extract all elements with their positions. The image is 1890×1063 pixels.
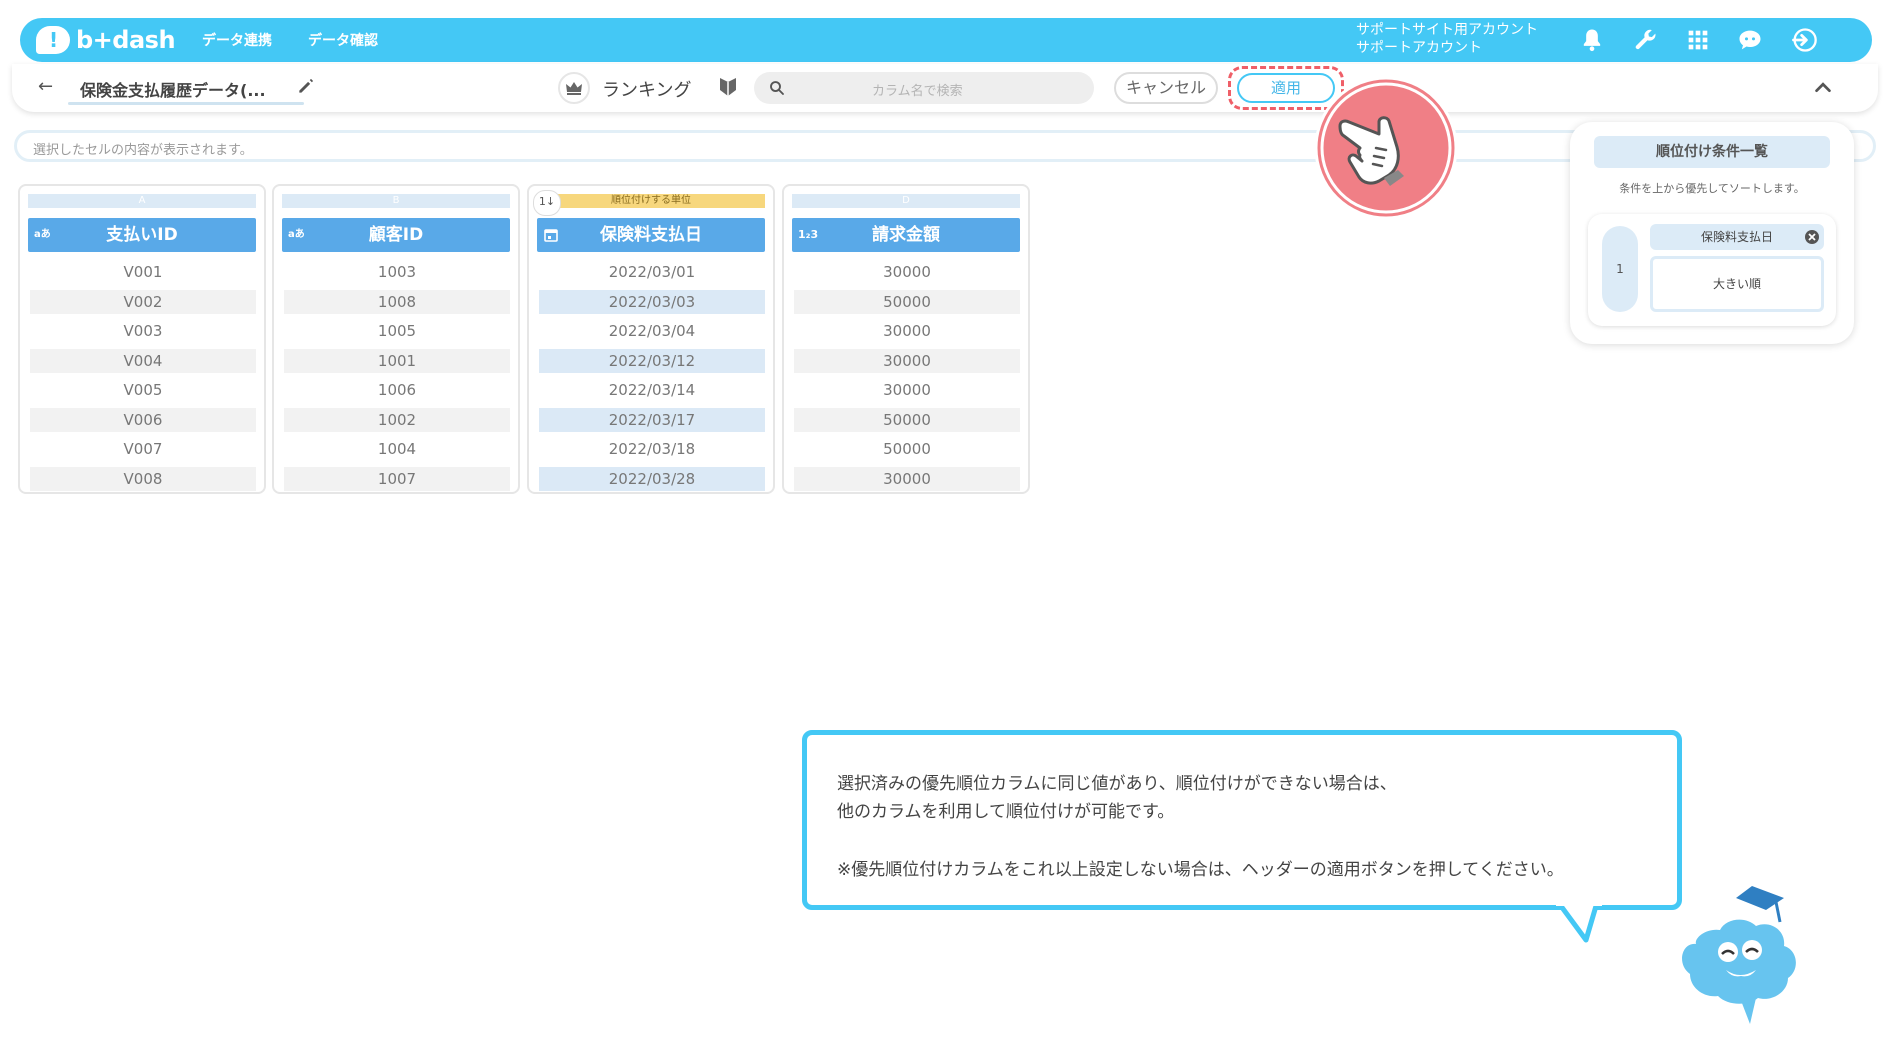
search-icon: [770, 81, 784, 95]
table-cell[interactable]: V007: [30, 437, 256, 461]
cell-content-placeholder: 選択したセルの内容が表示されます。: [33, 143, 253, 158]
dataset-title[interactable]: 保険金支払履歴データ(...: [80, 77, 266, 101]
table-cell[interactable]: 2022/03/12: [539, 349, 765, 373]
sort-priority-badge[interactable]: 1↓: [533, 190, 561, 216]
column-header[interactable]: aあ 支払いID: [28, 218, 256, 252]
guide-speech-bubble: 選択済みの優先順位カラムに同じ値があり、順位付けができない場合は、 他のカラムを…: [802, 730, 1682, 910]
table-cell[interactable]: 2022/03/14: [539, 378, 765, 402]
table-cell[interactable]: V004: [30, 349, 256, 373]
condition-priority-number[interactable]: 1: [1602, 226, 1638, 312]
table-cell[interactable]: 30000: [794, 349, 1020, 373]
table-cell[interactable]: 30000: [794, 319, 1020, 343]
condition-column-name: 保険料支払日: [1650, 224, 1824, 250]
account-site-name: サポートサイト用アカウント: [1356, 22, 1538, 38]
cancel-button[interactable]: キャンセル: [1114, 72, 1218, 104]
account-info[interactable]: サポートサイト用アカウント サポートアカウント: [1356, 21, 1538, 57]
table-cell[interactable]: 2022/03/28: [539, 467, 765, 491]
back-arrow-icon[interactable]: ←: [38, 76, 53, 97]
column-search-box[interactable]: カラム名で検索: [754, 72, 1094, 104]
text-type-icon: aあ: [288, 229, 305, 240]
table-cell[interactable]: V003: [30, 319, 256, 343]
column-d: D 1₂3 請求金額 30000 50000 30000 30000 30000…: [782, 184, 1030, 494]
chevron-up-icon[interactable]: [1812, 76, 1834, 98]
table-cell[interactable]: 2022/03/04: [539, 319, 765, 343]
column-header[interactable]: aあ 顧客ID: [282, 218, 510, 252]
column-name: 請求金額: [872, 225, 940, 245]
guide-text-line3: ※優先順位付けカラムをこれ以上設定しない場合は、ヘッダーの適用ボタンを押してくだ…: [837, 860, 1564, 880]
column-name: 顧客ID: [368, 225, 424, 245]
column-letter: D: [792, 194, 1020, 208]
table-cell[interactable]: V005: [30, 378, 256, 402]
dataset-title-underline: [68, 102, 304, 105]
crown-icon: [558, 72, 590, 104]
guide-text-line1: 選択済みの優先順位カラムに同じ値があり、順位付けができない場合は、: [837, 774, 1397, 794]
table-cell[interactable]: 30000: [794, 260, 1020, 284]
table-cell[interactable]: 1004: [284, 437, 510, 461]
table-cell[interactable]: 1005: [284, 319, 510, 343]
column-name: 支払いID: [106, 225, 178, 245]
table-cell[interactable]: 1007: [284, 467, 510, 491]
table-cell[interactable]: 2022/03/18: [539, 437, 765, 461]
bell-icon[interactable]: [1578, 26, 1606, 54]
column-a: A aあ 支払いID V001 V002 V003 V004 V005 V006…: [18, 184, 266, 494]
table-cell[interactable]: 1001: [284, 349, 510, 373]
table-cell[interactable]: V008: [30, 467, 256, 491]
pointing-hand-icon: [1314, 76, 1458, 220]
condition-sort-order[interactable]: 大きい順: [1650, 256, 1824, 312]
calendar-icon: [544, 229, 558, 242]
panel-description: 条件を上から優先してソートします。: [1619, 182, 1805, 195]
guide-text-line2: 他のカラムを利用して順位付けが可能です。: [837, 802, 1175, 822]
column-name: 保険料支払日: [600, 225, 702, 245]
ranking-unit-label: 順位付けする単位: [537, 194, 765, 208]
top-navigation-bar: b+dash データ連携 データ確認 サポートサイト用アカウント サポートアカウ…: [20, 18, 1872, 62]
logo-bubble-icon: [36, 26, 70, 54]
column-c-ranking-unit: 順位付けする単位 1↓ 保険料支払日 2022/03/01 2022/03/03…: [527, 184, 775, 494]
logo-text: b+dash: [76, 26, 176, 54]
table-cell[interactable]: 2022/03/03: [539, 290, 765, 314]
panel-title: 順位付け条件一覧: [1594, 136, 1830, 168]
table-cell[interactable]: 1002: [284, 408, 510, 432]
ranking-conditions-panel: 順位付け条件一覧 条件を上から優先してソートします。 1 保険料支払日 大きい順: [1570, 122, 1854, 344]
table-cell[interactable]: 30000: [794, 378, 1020, 402]
table-cell[interactable]: V006: [30, 408, 256, 432]
remove-condition-icon[interactable]: [1804, 229, 1820, 245]
mascot-character-icon: [1682, 886, 1796, 1024]
column-letter: A: [28, 194, 256, 208]
table-cell[interactable]: 2022/03/17: [539, 408, 765, 432]
column-letter: B: [282, 194, 510, 208]
mode-label: ランキング: [602, 80, 692, 101]
search-input[interactable]: カラム名で検索: [872, 80, 963, 99]
ranking-condition-card[interactable]: 1 保険料支払日 大きい順: [1588, 214, 1836, 326]
table-cell[interactable]: 50000: [794, 408, 1020, 432]
apps-grid-icon[interactable]: [1684, 26, 1712, 54]
column-b: B aあ 顧客ID 1003 1008 1005 1001 1006 1002 …: [272, 184, 520, 494]
nav-data-integration[interactable]: データ連携: [202, 30, 272, 50]
pencil-icon[interactable]: [296, 76, 316, 96]
bubble-tail: [1556, 900, 1602, 943]
bdash-logo[interactable]: b+dash: [36, 24, 176, 56]
number-type-icon: 1₂3: [798, 228, 819, 241]
table-cell[interactable]: 1003: [284, 260, 510, 284]
column-header[interactable]: 保険料支払日: [537, 218, 765, 252]
chat-icon[interactable]: [1736, 26, 1764, 54]
table-cell[interactable]: V001: [30, 260, 256, 284]
dataset-toolbar: ← 保険金支払履歴データ(... ランキング カラム名で検索 キャンセル 適用: [12, 64, 1878, 112]
beginner-shield-icon[interactable]: [718, 76, 738, 98]
table-cell[interactable]: 30000: [794, 467, 1020, 491]
account-user-name: サポートアカウント: [1356, 40, 1482, 56]
table-cell[interactable]: 50000: [794, 437, 1020, 461]
column-header[interactable]: 1₂3 請求金額: [792, 218, 1020, 252]
table-cell[interactable]: 50000: [794, 290, 1020, 314]
wrench-icon[interactable]: [1632, 26, 1660, 54]
text-type-icon: aあ: [34, 229, 51, 240]
logout-icon[interactable]: [1790, 26, 1818, 54]
table-cell[interactable]: V002: [30, 290, 256, 314]
nav-data-check[interactable]: データ確認: [308, 30, 378, 50]
table-cell[interactable]: 2022/03/01: [539, 260, 765, 284]
table-cell[interactable]: 1008: [284, 290, 510, 314]
table-cell[interactable]: 1006: [284, 378, 510, 402]
